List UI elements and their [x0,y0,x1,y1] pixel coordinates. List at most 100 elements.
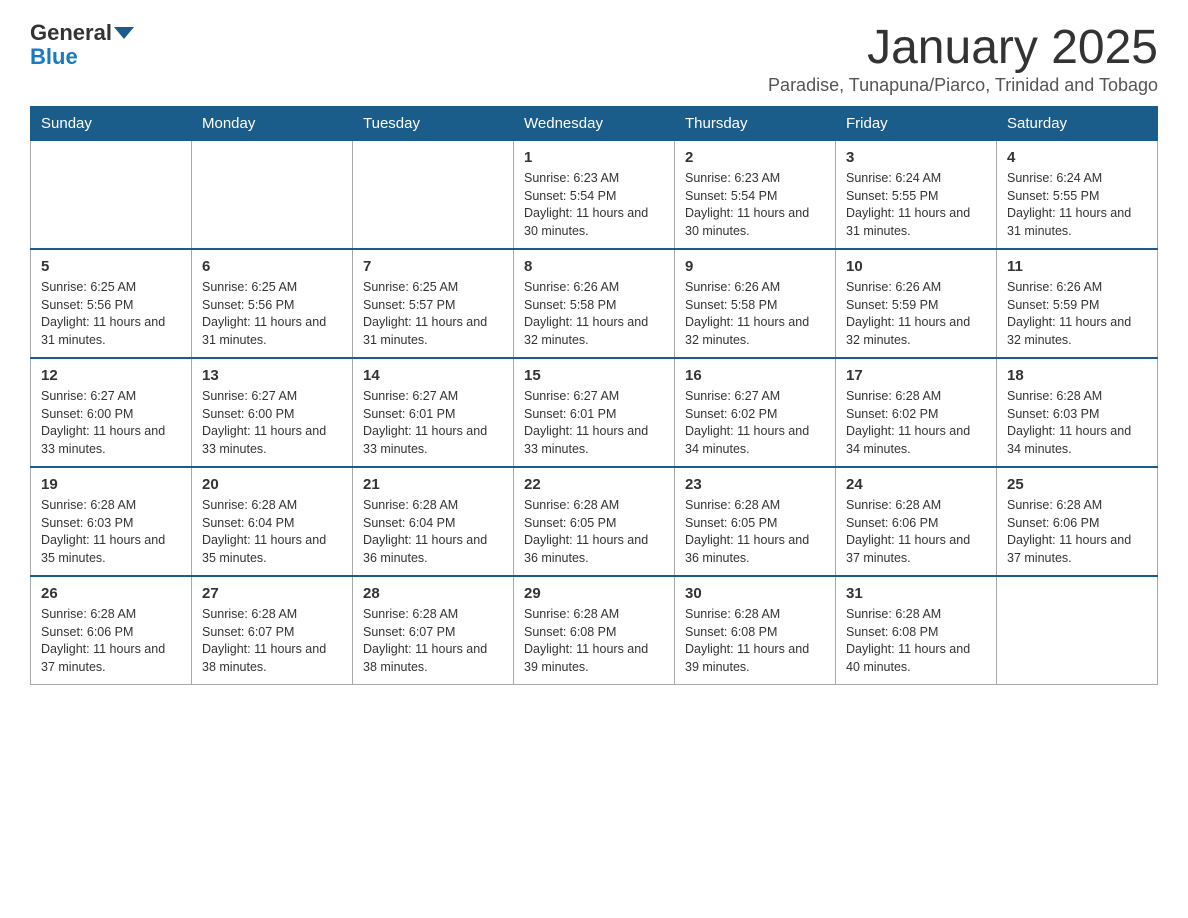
day-header-wednesday: Wednesday [514,107,675,141]
calendar-cell: 12Sunrise: 6:27 AMSunset: 6:00 PMDayligh… [31,358,192,467]
day-info: Sunrise: 6:28 AMSunset: 6:08 PMDaylight:… [846,606,986,676]
logo-general-text: General [30,20,112,46]
day-header-monday: Monday [192,107,353,141]
day-number: 14 [363,367,503,384]
calendar-cell [192,141,353,250]
week-row-1: 1 Sunrise: 6:23 AMSunset: 5:54 PMDaylight… [31,141,1158,250]
day-info: Sunrise: 6:26 AMSunset: 5:59 PMDaylight:… [1007,279,1147,349]
week-row-2: 5 Sunrise: 6:25 AMSunset: 5:56 PMDaylight… [31,249,1158,358]
day-info: Sunrise: 6:24 AMSunset: 5:55 PMDaylight:… [846,170,986,240]
day-number: 28 [363,585,503,602]
logo: General Blue [30,20,136,70]
day-header-friday: Friday [836,107,997,141]
day-number: 1 [524,149,664,166]
day-header-thursday: Thursday [675,107,836,141]
calendar-cell [31,141,192,250]
logo-blue-text: Blue [30,44,78,70]
calendar-cell: 4Sunrise: 6:24 AMSunset: 5:55 PMDaylight… [997,141,1158,250]
day-info: Sunrise: 6:28 AMSunset: 6:08 PMDaylight:… [685,606,825,676]
day-number: 6 [202,258,342,275]
calendar-cell: 8 Sunrise: 6:26 AMSunset: 5:58 PMDaylight… [514,249,675,358]
calendar-cell: 15 Sunrise: 6:27 AMSunset: 6:01 PMDayligh… [514,358,675,467]
calendar-cell: 3 Sunrise: 6:24 AMSunset: 5:55 PMDaylight… [836,141,997,250]
day-info: Sunrise: 6:28 AMSunset: 6:04 PMDaylight:… [202,497,342,567]
day-number: 22 [524,476,664,493]
day-number: 15 [524,367,664,384]
day-number: 8 [524,258,664,275]
calendar-cell: 9 Sunrise: 6:26 AMSunset: 5:58 PMDaylight… [675,249,836,358]
calendar-cell: 26 Sunrise: 6:28 AMSunset: 6:06 PMDayligh… [31,576,192,685]
day-headers-row: SundayMondayTuesdayWednesdayThursdayFrid… [31,107,1158,141]
day-info: Sunrise: 6:28 AMSunset: 6:03 PMDaylight:… [41,497,181,567]
calendar-cell: 11Sunrise: 6:26 AMSunset: 5:59 PMDayligh… [997,249,1158,358]
day-header-sunday: Sunday [31,107,192,141]
calendar-cell: 19 Sunrise: 6:28 AMSunset: 6:03 PMDayligh… [31,467,192,576]
day-info: Sunrise: 6:23 AMSunset: 5:54 PMDaylight:… [685,170,825,240]
calendar-cell: 6 Sunrise: 6:25 AMSunset: 5:56 PMDaylight… [192,249,353,358]
calendar-table: SundayMondayTuesdayWednesdayThursdayFrid… [30,106,1158,685]
day-info: Sunrise: 6:28 AMSunset: 6:07 PMDaylight:… [202,606,342,676]
week-row-4: 19 Sunrise: 6:28 AMSunset: 6:03 PMDayligh… [31,467,1158,576]
day-info: Sunrise: 6:28 AMSunset: 6:07 PMDaylight:… [363,606,503,676]
day-number: 3 [846,149,986,166]
calendar-cell: 7 Sunrise: 6:25 AMSunset: 5:57 PMDaylight… [353,249,514,358]
day-info: Sunrise: 6:26 AMSunset: 5:58 PMDaylight:… [685,279,825,349]
day-header-tuesday: Tuesday [353,107,514,141]
day-number: 30 [685,585,825,602]
day-number: 12 [41,367,181,384]
calendar-cell: 17Sunrise: 6:28 AMSunset: 6:02 PMDayligh… [836,358,997,467]
day-number: 9 [685,258,825,275]
day-number: 20 [202,476,342,493]
month-title: January 2025 [768,20,1158,75]
day-info: Sunrise: 6:25 AMSunset: 5:57 PMDaylight:… [363,279,503,349]
day-info: Sunrise: 6:28 AMSunset: 6:04 PMDaylight:… [363,497,503,567]
calendar-cell: 29 Sunrise: 6:28 AMSunset: 6:08 PMDayligh… [514,576,675,685]
calendar-cell: 24Sunrise: 6:28 AMSunset: 6:06 PMDayligh… [836,467,997,576]
calendar-cell: 31 Sunrise: 6:28 AMSunset: 6:08 PMDayligh… [836,576,997,685]
calendar-cell [997,576,1158,685]
day-info: Sunrise: 6:27 AMSunset: 6:01 PMDaylight:… [524,388,664,458]
day-number: 7 [363,258,503,275]
day-info: Sunrise: 6:28 AMSunset: 6:03 PMDaylight:… [1007,388,1147,458]
day-info: Sunrise: 6:28 AMSunset: 6:05 PMDaylight:… [524,497,664,567]
day-info: Sunrise: 6:26 AMSunset: 5:58 PMDaylight:… [524,279,664,349]
week-row-3: 12Sunrise: 6:27 AMSunset: 6:00 PMDayligh… [31,358,1158,467]
day-number: 16 [685,367,825,384]
calendar-cell: 22 Sunrise: 6:28 AMSunset: 6:05 PMDayligh… [514,467,675,576]
day-number: 5 [41,258,181,275]
calendar-cell: 20 Sunrise: 6:28 AMSunset: 6:04 PMDayligh… [192,467,353,576]
day-number: 19 [41,476,181,493]
day-info: Sunrise: 6:28 AMSunset: 6:08 PMDaylight:… [524,606,664,676]
day-number: 13 [202,367,342,384]
calendar-cell: 21Sunrise: 6:28 AMSunset: 6:04 PMDayligh… [353,467,514,576]
week-row-5: 26 Sunrise: 6:28 AMSunset: 6:06 PMDayligh… [31,576,1158,685]
day-info: Sunrise: 6:27 AMSunset: 6:02 PMDaylight:… [685,388,825,458]
day-number: 2 [685,149,825,166]
day-number: 4 [1007,149,1147,166]
calendar-cell: 28 Sunrise: 6:28 AMSunset: 6:07 PMDayligh… [353,576,514,685]
calendar-cell: 5Sunrise: 6:25 AMSunset: 5:56 PMDaylight… [31,249,192,358]
day-info: Sunrise: 6:23 AMSunset: 5:54 PMDaylight:… [524,170,664,240]
day-number: 25 [1007,476,1147,493]
calendar-cell: 13Sunrise: 6:27 AMSunset: 6:00 PMDayligh… [192,358,353,467]
day-number: 29 [524,585,664,602]
day-header-saturday: Saturday [997,107,1158,141]
calendar-cell: 14Sunrise: 6:27 AMSunset: 6:01 PMDayligh… [353,358,514,467]
calendar-cell [353,141,514,250]
calendar-cell: 2 Sunrise: 6:23 AMSunset: 5:54 PMDaylight… [675,141,836,250]
day-number: 31 [846,585,986,602]
header: General Blue January 2025 Paradise, Tuna… [30,20,1158,96]
day-number: 23 [685,476,825,493]
calendar-cell: 18Sunrise: 6:28 AMSunset: 6:03 PMDayligh… [997,358,1158,467]
calendar-cell: 27 Sunrise: 6:28 AMSunset: 6:07 PMDayligh… [192,576,353,685]
calendar-cell: 10Sunrise: 6:26 AMSunset: 5:59 PMDayligh… [836,249,997,358]
day-info: Sunrise: 6:28 AMSunset: 6:06 PMDaylight:… [41,606,181,676]
logo-arrow-icon [114,27,134,39]
day-number: 26 [41,585,181,602]
day-info: Sunrise: 6:26 AMSunset: 5:59 PMDaylight:… [846,279,986,349]
day-number: 27 [202,585,342,602]
calendar-cell: 1 Sunrise: 6:23 AMSunset: 5:54 PMDaylight… [514,141,675,250]
calendar-cell: 30 Sunrise: 6:28 AMSunset: 6:08 PMDayligh… [675,576,836,685]
day-number: 24 [846,476,986,493]
day-info: Sunrise: 6:25 AMSunset: 5:56 PMDaylight:… [202,279,342,349]
